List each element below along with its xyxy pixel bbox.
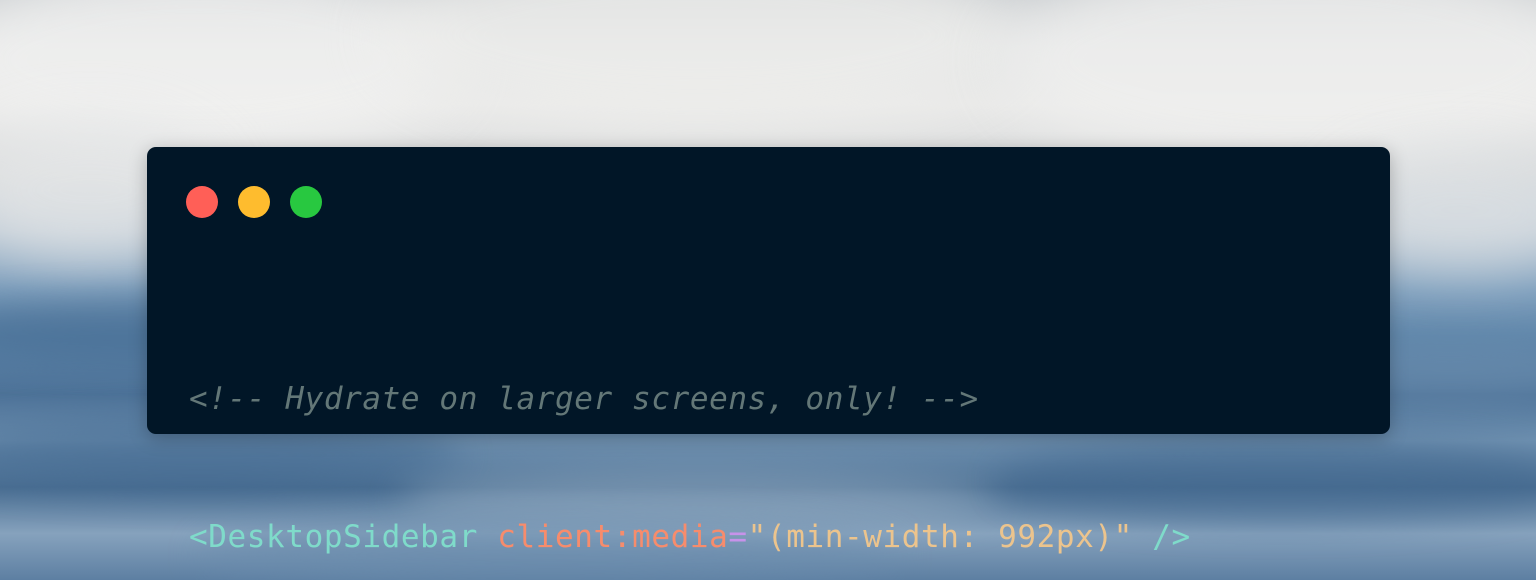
maximize-dot-icon bbox=[290, 186, 322, 218]
attribute-name: client:media bbox=[497, 519, 729, 555]
component-name: DesktopSidebar bbox=[208, 519, 478, 555]
code-comment: <!-- Hydrate on larger screens, only! --… bbox=[189, 381, 979, 417]
code-line-component: <DesktopSidebar client:media="(min-width… bbox=[189, 514, 1191, 560]
attribute-value: "(min-width: 992px)" bbox=[747, 519, 1133, 555]
attribute-equals: = bbox=[728, 519, 748, 555]
code-block: <!-- Hydrate on larger screens, only! --… bbox=[189, 284, 1191, 580]
code-line-comment: <!-- Hydrate on larger screens, only! --… bbox=[189, 376, 1191, 422]
tag-open-bracket: < bbox=[189, 519, 209, 555]
tag-self-close: /> bbox=[1152, 519, 1191, 555]
window-controls bbox=[186, 186, 322, 218]
close-dot-icon bbox=[186, 186, 218, 218]
minimize-dot-icon bbox=[238, 186, 270, 218]
